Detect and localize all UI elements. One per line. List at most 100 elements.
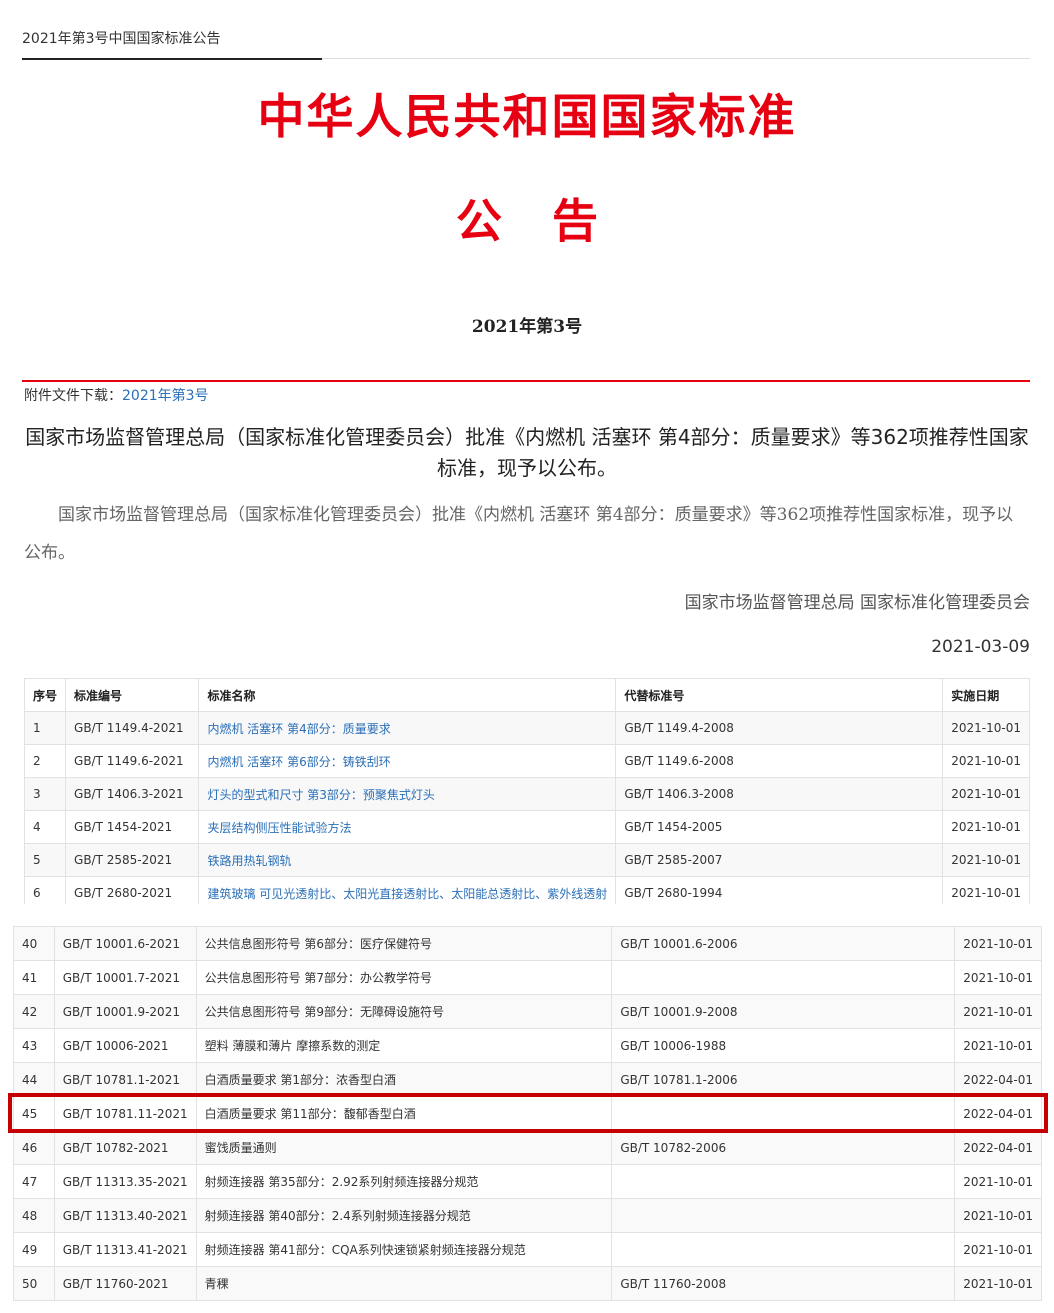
cell-replaced: GB/T 1406.3-2008 [615,777,944,811]
cell-date: 2021-10-01 [954,994,1042,1029]
table-header-row: 序号 标准编号 标准名称 代替标准号 实施日期 [23,678,1030,712]
cell-code: GB/T 2680-2021 [65,876,200,904]
cell-seq: 50 [13,1266,55,1301]
cell-seq: 3 [23,777,67,811]
cell-name[interactable]: 内燃机 活塞环 第4部分：质量要求 [198,711,617,745]
table-row: 41 GB/T 10001.7-2021 公共信息图形符号 第7部分：办公教学符号 2… [13,960,1042,995]
cell-name: 青稞 [195,1266,613,1301]
table-row: 46 GB/T 10782-2021 蜜饯质量通则 GB/T 10782-2006 20… [13,1130,1042,1165]
table-row: 6 GB/T 2680-2021 建筑玻璃 可见光透射比、太阳光直接透射比、太阳能总… [23,876,1030,904]
table-row: 3 GB/T 1406.3-2021 灯头的型式和尺寸 第3部分：预聚焦式灯头 GB/… [23,777,1030,811]
body-paragraph: 国家市场监督管理总局（国家标准化管理委员会）批准《内燃机 活塞环 第4部分：质量… [24,505,1014,563]
cell-seq: 1 [23,711,67,745]
cell-seq: 43 [13,1028,55,1063]
cell-name: 射频连接器 第35部分：2.92系列射频连接器分规范 [195,1164,613,1199]
cell-replaced: GB/T 2585-2007 [615,843,944,877]
cell-seq: 44 [13,1062,55,1097]
cell-replaced [611,1198,956,1233]
header-seq: 序号 [23,678,67,712]
cell-seq: 2 [23,744,67,778]
cell-name: 射频连接器 第41部分：CQA系列快速锁紧射频连接器分规范 [195,1232,613,1267]
standards-table-top: 序号 标准编号 标准名称 代替标准号 实施日期 1 GB/T 1149.4-202… [23,678,1030,904]
cell-code: GB/T 1454-2021 [65,810,200,844]
cell-seq: 42 [13,994,55,1029]
cell-date: 2022-04-01 [954,1130,1042,1165]
cell-date: 2021-10-01 [942,810,1030,844]
cell-name[interactable]: 夹层结构侧压性能试验方法 [198,810,617,844]
table-row: 42 GB/T 10001.9-2021 公共信息图形符号 第9部分：无障碍设施符号… [13,994,1042,1029]
cell-date: 2021-10-01 [942,711,1030,745]
table-top-viewport: 序号 标准编号 标准名称 代替标准号 实施日期 1 GB/T 1149.4-202… [0,678,1054,904]
attachment-link[interactable]: 2021年第3号 [122,388,209,404]
cell-replaced [611,1232,956,1267]
table-row: 43 GB/T 10006-2021 塑料 薄膜和薄片 摩擦系数的测定 GB/T 10… [13,1028,1042,1063]
cell-code: GB/T 10001.9-2021 [53,994,197,1029]
cell-date: 2021-10-01 [954,960,1042,995]
cell-name[interactable]: 灯头的型式和尺寸 第3部分：预聚焦式灯头 [198,777,617,811]
cell-name[interactable]: 建筑玻璃 可见光透射比、太阳光直接透射比、太阳能总透射比、紫外线透射 [198,876,617,904]
cell-date: 2021-10-01 [954,1232,1042,1267]
cell-code: GB/T 11313.40-2021 [53,1198,197,1233]
cell-replaced: GB/T 10781.1-2006 [611,1062,956,1097]
cell-seq: 41 [13,960,55,995]
cell-date: 2022-04-01 [954,1062,1042,1097]
cell-name[interactable]: 内燃机 活塞环 第6部分：铸铁刮环 [198,744,617,778]
cell-replaced: GB/T 1454-2005 [615,810,944,844]
table-row: 4 GB/T 1454-2021 夹层结构侧压性能试验方法 GB/T 1454-200… [23,810,1030,844]
cell-date: 2021-10-01 [954,1266,1042,1301]
cell-seq: 49 [13,1232,55,1267]
cell-seq: 4 [23,810,67,844]
cell-code: GB/T 1149.4-2021 [65,711,200,745]
cell-date: 2021-10-01 [954,1198,1042,1233]
table-row: 44 GB/T 10781.1-2021 白酒质量要求 第1部分：浓香型白酒 GB/T… [13,1062,1042,1097]
cell-replaced: GB/T 10001.9-2008 [611,994,956,1029]
page-title: 中华人民共和国国家标准 [257,90,797,145]
cell-code: GB/T 10001.7-2021 [53,960,197,995]
cell-seq: 40 [13,926,55,961]
table-row: 40 GB/T 10001.6-2021 公共信息图形符号 第6部分：医疗保健符号 G… [13,926,1042,961]
cell-code: GB/T 10781.1-2021 [53,1062,197,1097]
header-code: 标准编号 [65,678,200,712]
signer: 国家市场监督管理总局 国家标准化管理委员会 [684,593,1030,613]
table-row: 47 GB/T 11313.35-2021 射频连接器 第35部分：2.92系列射频… [13,1164,1042,1199]
cell-name: 塑料 薄膜和薄片 摩擦系数的测定 [195,1028,613,1063]
tab-announcement[interactable]: 2021年第3号中国国家标准公告 [22,28,322,60]
cell-replaced: GB/T 11760-2008 [611,1266,956,1301]
cell-date: 2021-10-01 [942,843,1030,877]
table-row: 48 GB/T 11313.40-2021 射频连接器 第40部分：2.4系列射频连… [13,1198,1042,1233]
cell-name: 公共信息图形符号 第9部分：无障碍设施符号 [195,994,613,1029]
table-row: 49 GB/T 11313.41-2021 射频连接器 第41部分：CQA系列快速锁… [13,1232,1042,1267]
cell-name: 公共信息图形符号 第7部分：办公教学符号 [195,960,613,995]
cell-name: 白酒质量要求 第1部分：浓香型白酒 [195,1062,613,1097]
cell-code: GB/T 1406.3-2021 [65,777,200,811]
cell-seq: 47 [13,1164,55,1199]
headline: 国家市场监督管理总局（国家标准化管理委员会）批准《内燃机 活塞环 第4部分：质量… [25,425,1029,480]
issue-date: 2021-03-09 [931,637,1030,657]
cell-replaced: GB/T 1149.6-2008 [615,744,944,778]
red-divider [22,380,1030,382]
cell-code: GB/T 11313.35-2021 [53,1164,197,1199]
cell-name[interactable]: 铁路用热轧钢轨 [198,843,617,877]
cell-code: GB/T 1149.6-2021 [65,744,200,778]
cell-code: GB/T 10006-2021 [53,1028,197,1063]
tab-bar: 2021年第3号中国国家标准公告 [22,28,1030,60]
cell-seq: 46 [13,1130,55,1165]
cell-name: 射频连接器 第40部分：2.4系列射频连接器分规范 [195,1198,613,1233]
cell-date: 2021-10-01 [942,777,1030,811]
cell-seq: 6 [23,876,67,904]
header-date: 实施日期 [942,678,1030,712]
cell-replaced: GB/T 10006-1988 [611,1028,956,1063]
header-name: 标准名称 [198,678,617,712]
cell-seq: 48 [13,1198,55,1233]
header-replaced: 代替标准号 [615,678,944,712]
cell-name: 公共信息图形符号 第6部分：医疗保健符号 [195,926,613,961]
cell-date: 2021-10-01 [954,1028,1042,1063]
cell-replaced: GB/T 10782-2006 [611,1130,956,1165]
cell-replaced: GB/T 2680-1994 [615,876,944,904]
cell-name: 蜜饯质量通则 [195,1130,613,1165]
issue-number: 2021年第3号 [471,317,583,337]
cell-code: GB/T 2585-2021 [65,843,200,877]
cell-date: 2021-10-01 [954,926,1042,961]
attachment-line: 附件文件下载：2021年第3号 [24,385,209,405]
attachment-label: 附件文件下载： [24,388,122,404]
